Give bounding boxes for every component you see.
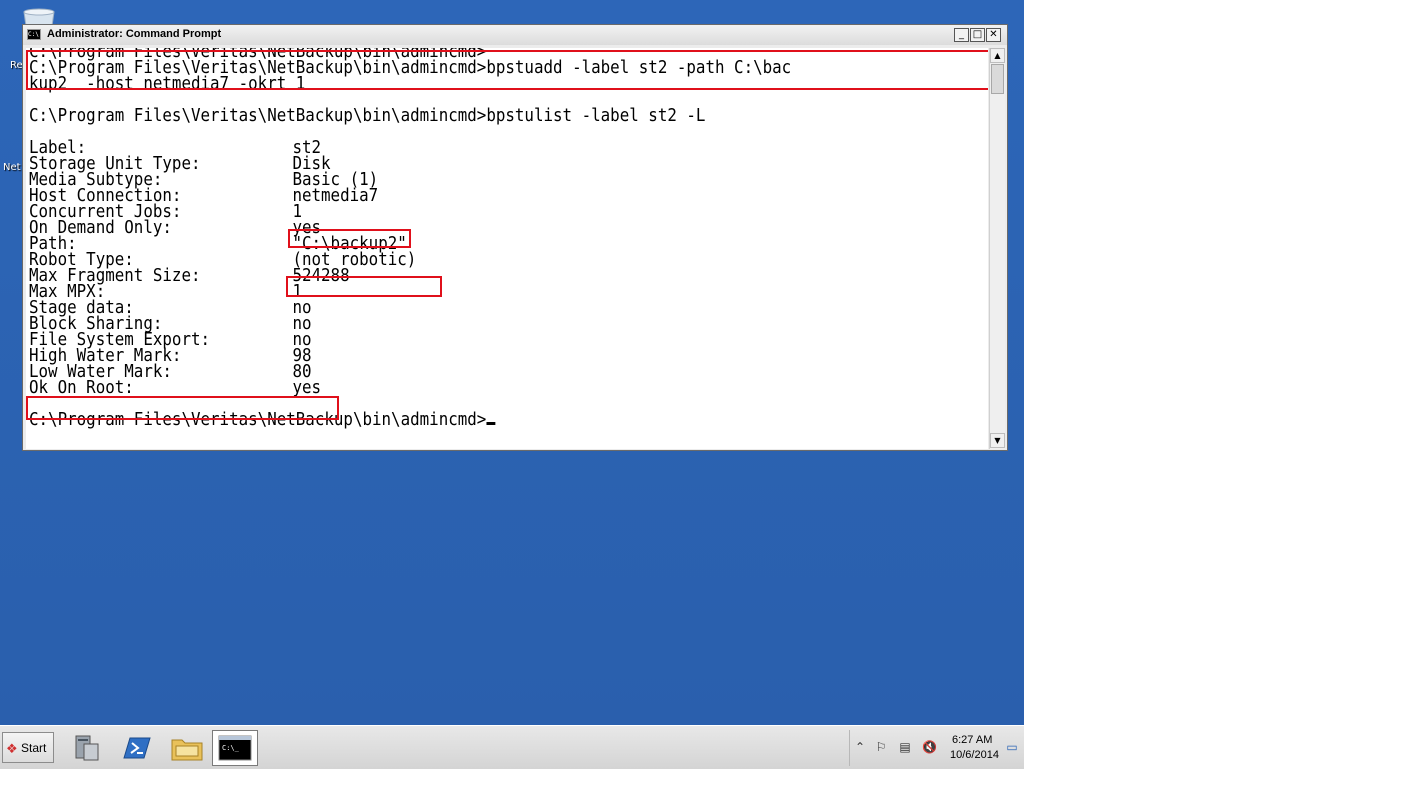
explorer-folder-icon[interactable] [164, 730, 210, 766]
console-output[interactable]: C:\Program Files\Veritas\NetBackup\bin\a… [26, 48, 988, 449]
clock-date[interactable]: 10/6/2014 [950, 749, 999, 761]
command-prompt-task-icon[interactable]: C:\_ [212, 730, 258, 766]
server-manager-icon[interactable] [66, 730, 112, 766]
scrollbar-thumb[interactable] [991, 64, 1004, 94]
speaker-muted-icon[interactable]: 🔇 [922, 740, 937, 754]
field-label: Ok On Root: [29, 377, 134, 398]
windows-flag-icon: ❖ [6, 742, 18, 757]
clock-time[interactable]: 6:27 AM [952, 734, 992, 746]
maximize-button[interactable]: □ [970, 28, 985, 42]
chevron-up-icon[interactable]: ⌃ [853, 740, 867, 754]
show-desktop-icon[interactable]: ▭ [1005, 740, 1019, 754]
text-cursor [486, 422, 496, 425]
start-label: Start [21, 741, 47, 755]
minimize-button[interactable]: _ [954, 28, 969, 42]
window-title: Administrator: Command Prompt [47, 28, 222, 40]
close-button[interactable]: ✕ [986, 28, 1001, 42]
console-line-bpstulist: C:\Program Files\Veritas\NetBackup\bin\a… [29, 105, 706, 126]
scroll-up-icon[interactable]: ▲ [990, 48, 1005, 63]
svg-text:C:\_: C:\_ [222, 744, 240, 752]
desktop-icon-label-network[interactable]: Net [3, 162, 21, 173]
command-prompt-window[interactable]: C:\ Administrator: Command Prompt _ □ ✕ … [22, 24, 1008, 451]
highlight-ok-on-root [26, 396, 339, 420]
desktop[interactable]: Re Net C:\ Administrator: Command Prompt… [0, 0, 1024, 725]
highlight-host-connection [288, 229, 411, 248]
highlight-path [286, 276, 442, 297]
network-icon[interactable]: ▤ [898, 740, 912, 754]
highlight-bpstuadd-command [26, 50, 988, 90]
system-tray: ⌃ ⚐ ▤ 🔇 6:27 AM 10/6/2014 ▭ [849, 730, 1022, 766]
powershell-icon[interactable] [114, 730, 160, 766]
window-titlebar[interactable]: C:\ Administrator: Command Prompt _ □ ✕ [23, 25, 1007, 45]
flag-icon[interactable]: ⚐ [874, 740, 888, 754]
field-value: yes [292, 377, 322, 398]
scroll-down-icon[interactable]: ▼ [990, 433, 1005, 448]
field-value: netmedia7 [292, 185, 379, 206]
desktop-icon-label-recycle[interactable]: Re [10, 60, 23, 71]
vertical-scrollbar[interactable]: ▲ ▼ [989, 48, 1005, 449]
start-button[interactable]: ❖ Start [2, 732, 54, 763]
taskbar: ❖ Start C:\_ ⌃ ⚐ ▤ 🔇 6:27 AM 10/6/2014 ▭ [0, 725, 1024, 769]
cmd-window-icon[interactable]: C:\ [27, 29, 41, 40]
